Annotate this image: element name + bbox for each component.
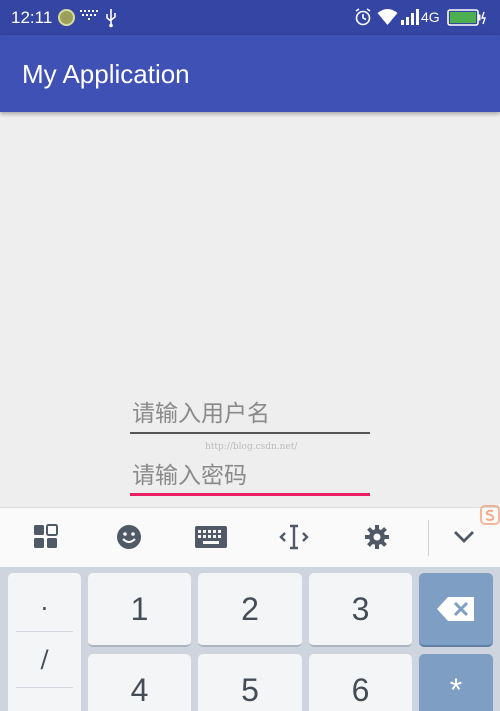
username-input[interactable]: 请输入用户名 [130, 390, 370, 434]
backspace-icon [437, 597, 474, 621]
status-bar: 12:11 4G [0, 0, 500, 35]
backspace-key[interactable] [419, 573, 493, 647]
keyboard-toolbar [0, 507, 500, 567]
password-placeholder: 请输入密码 [132, 463, 247, 489]
password-input[interactable]: 请输入密码 [130, 452, 370, 496]
wifi-icon [377, 9, 398, 25]
digit-key-3[interactable]: 3 [309, 573, 412, 647]
slash-key[interactable]: / [8, 631, 81, 687]
signal-icon [401, 9, 419, 25]
digit-key-6[interactable]: 6 [309, 654, 412, 711]
keyboard-icon[interactable] [194, 520, 228, 554]
digit-key-2[interactable]: 2 [198, 573, 302, 647]
alarm-icon [355, 8, 371, 26]
star-key[interactable]: * [419, 654, 493, 711]
logo-mark-icon [480, 505, 500, 525]
digit-key-1[interactable]: 1 [88, 573, 191, 647]
dot-key[interactable]: · [8, 581, 81, 637]
usb-icon [106, 9, 116, 28]
collapse-chevron-icon[interactable] [447, 520, 481, 554]
settings-icon[interactable] [360, 520, 394, 554]
app-bar: My Application [0, 35, 500, 112]
watermark: http://blog.csdn.net/ [205, 442, 298, 452]
symbol-column: · / - [8, 573, 81, 711]
digit-key-4[interactable]: 4 [88, 654, 191, 711]
notification-circle-icon [58, 9, 75, 26]
cursor-icon[interactable] [277, 520, 311, 554]
toolbar-divider [428, 520, 429, 556]
grid-apps-icon[interactable] [29, 520, 63, 554]
app-title: My Application [22, 59, 190, 89]
status-time: 12:11 [11, 8, 53, 27]
emoji-icon[interactable] [112, 520, 146, 554]
digit-key-5[interactable]: 5 [198, 654, 302, 711]
network-type-label: 4G [421, 9, 440, 25]
battery-icon [447, 9, 486, 26]
dots-icon [80, 10, 98, 20]
dash-key[interactable]: - [8, 687, 81, 711]
username-placeholder: 请输入用户名 [132, 401, 270, 427]
